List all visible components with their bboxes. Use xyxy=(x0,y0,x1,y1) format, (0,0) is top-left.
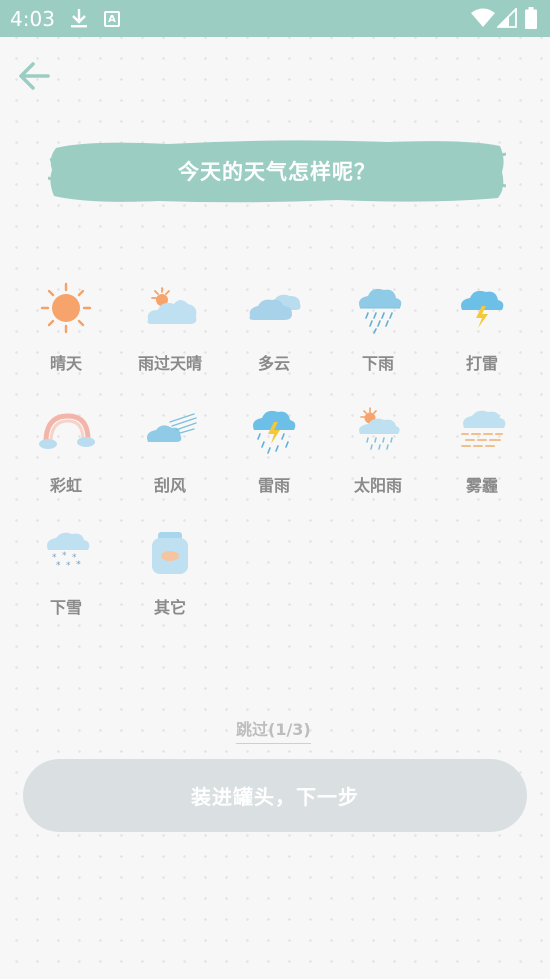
status-bar: 4:03 A xyxy=(0,0,550,37)
snow-icon: * * * * * * xyxy=(47,532,90,571)
svg-text:*: * xyxy=(56,561,61,571)
weather-option-snow[interactable]: * * * * * * 下雪 xyxy=(14,520,118,630)
weather-option-sunny[interactable]: 晴天 xyxy=(14,276,118,386)
thunder-icon xyxy=(461,290,504,328)
weather-option-wind[interactable]: 刮风 xyxy=(118,398,222,508)
next-step-button[interactable]: 装进罐头，下一步 xyxy=(23,759,527,832)
battery-icon xyxy=(525,7,537,29)
weather-label: 多云 xyxy=(257,354,290,373)
weather-option-thunderstorm[interactable]: 雷雨 xyxy=(222,398,326,508)
weather-option-other[interactable]: 其它 xyxy=(118,520,222,630)
svg-text:*: * xyxy=(76,560,81,570)
back-arrow-icon[interactable] xyxy=(16,60,52,92)
page-title: 今天的天气怎样呢？ xyxy=(178,160,376,184)
weather-label: 雷雨 xyxy=(257,476,290,495)
weather-option-sun-shower[interactable]: 太阳雨 xyxy=(326,398,430,508)
weather-option-thunder[interactable]: 打雷 xyxy=(430,276,534,386)
signal-icon xyxy=(497,8,517,28)
weather-label: 雨过天晴 xyxy=(137,354,202,373)
rainbow-icon xyxy=(39,413,95,449)
weather-label: 彩虹 xyxy=(49,476,82,495)
cloudy-icon xyxy=(249,294,301,320)
skip-link[interactable]: 跳过(1/3) xyxy=(236,716,311,744)
wind-icon xyxy=(147,413,197,442)
weather-option-haze[interactable]: 雾霾 xyxy=(430,398,534,508)
weather-label: 下雨 xyxy=(361,354,394,373)
keyboard-a-icon: A xyxy=(104,11,120,27)
weather-option-cloudy[interactable]: 多云 xyxy=(222,276,326,386)
sun-icon xyxy=(40,282,92,334)
weather-option-after-rain[interactable]: 雨过天晴 xyxy=(118,276,222,386)
rain-icon xyxy=(359,288,402,334)
jar-icon xyxy=(152,532,188,574)
thunderstorm-icon xyxy=(253,410,296,454)
weather-label: 太阳雨 xyxy=(353,476,402,495)
haze-icon xyxy=(461,410,506,447)
weather-option-rainbow[interactable]: 彩虹 xyxy=(14,398,118,508)
wifi-icon xyxy=(471,8,495,27)
title-banner: 今天的天气怎样呢？ xyxy=(48,138,506,204)
weather-label: 下雪 xyxy=(49,598,82,617)
weather-label: 刮风 xyxy=(153,476,186,495)
status-time: 4:03 xyxy=(10,7,55,31)
svg-text:*: * xyxy=(62,551,67,561)
weather-label: 雾霾 xyxy=(465,476,498,495)
weather-label: 晴天 xyxy=(49,354,82,373)
sun-after-rain-icon xyxy=(147,287,197,324)
sun-shower-icon xyxy=(359,407,400,450)
weather-label: 打雷 xyxy=(465,354,498,373)
weather-label: 其它 xyxy=(153,598,186,617)
download-icon xyxy=(71,9,87,28)
svg-text:*: * xyxy=(66,561,71,571)
weather-option-rain[interactable]: 下雨 xyxy=(326,276,430,386)
